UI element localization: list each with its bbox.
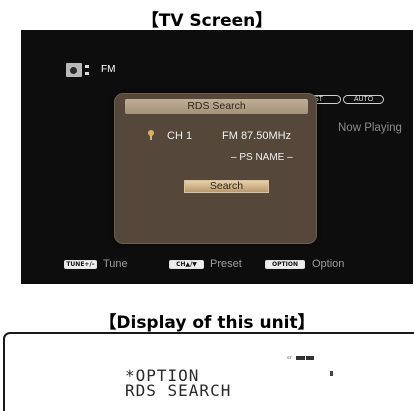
signal-mark-icon xyxy=(330,371,333,376)
option-key-icon: OPTION xyxy=(265,260,305,269)
rds-search-dialog: RDS Search CH 1 FM 87.50MHz – PS NAME – … xyxy=(114,93,317,244)
band-label: FM xyxy=(101,64,116,75)
tv-screen: FM ST AUTO Now Playing RDS Search CH 1 F… xyxy=(21,30,413,284)
auto-indicator: AUTO xyxy=(343,95,384,104)
unit-display-panel: ST *OPTION RDS SEARCH xyxy=(3,332,414,411)
dialog-title: RDS Search xyxy=(125,99,308,114)
tv-screen-heading: 【TV Screen】 xyxy=(141,11,273,31)
location-pin-icon xyxy=(147,130,155,141)
now-playing-label: Now Playing xyxy=(338,122,402,134)
st-indicator: ST xyxy=(287,355,293,360)
channel-label: CH 1 xyxy=(167,130,193,142)
frequency-label: FM 87.50MHz xyxy=(222,130,292,142)
search-button[interactable]: Search xyxy=(184,180,269,193)
display-line-2: RDS SEARCH xyxy=(125,381,232,400)
unit-display-heading: 【Display of this unit】 xyxy=(99,313,315,333)
hint-preset-label: Preset xyxy=(210,258,242,270)
radio-icon xyxy=(66,63,92,77)
hint-option-label: Option xyxy=(312,258,345,270)
tuned-indicator-icon xyxy=(296,356,314,361)
ch-key-icon: CH▲/▼ xyxy=(169,260,204,269)
ps-name-label: – PS NAME – xyxy=(231,152,293,163)
tune-key-icon: TUNE+/– xyxy=(64,260,97,269)
hint-tune-label: Tune xyxy=(103,258,128,270)
